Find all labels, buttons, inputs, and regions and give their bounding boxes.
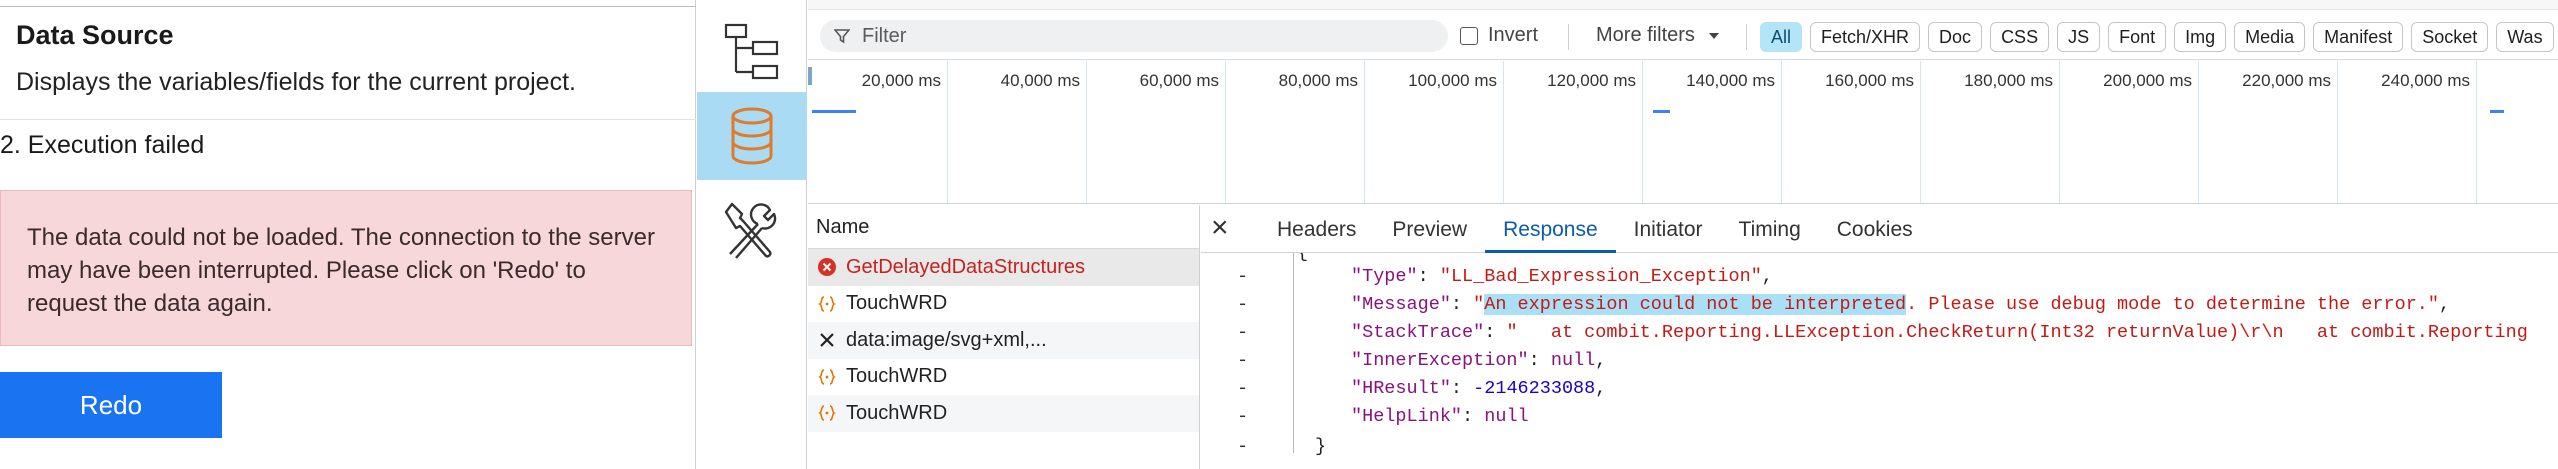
timeline-tick-label: 40,000 ms	[1000, 71, 1080, 90]
filter-chip-img[interactable]: Img	[2174, 22, 2227, 52]
request-list: Name GetDelayedDataStructures TouchWRD dat…	[808, 205, 1200, 469]
timeline-gridline	[2059, 61, 2060, 203]
timeline-tick-label: 20,000 ms	[861, 71, 941, 90]
filter-funnel-icon	[834, 29, 850, 44]
devtools-network-panel: Filter Invert More filters All Fetch/XHR D…	[808, 0, 2558, 469]
request-row[interactable]: data:image/svg+xml,...	[808, 322, 1199, 359]
filter-input[interactable]: Filter	[820, 20, 1448, 52]
tools-icon	[724, 202, 777, 259]
fetch-braces-icon	[816, 402, 838, 424]
fetch-braces-icon	[816, 366, 838, 388]
request-details-pane: × Headers Preview Response Initiator Timing C…	[1201, 205, 2558, 469]
data-source-panel: Data Source Displays the variables/field…	[0, 0, 696, 469]
timeline-gridline	[2476, 61, 2477, 203]
filter-chip-media[interactable]: Media	[2234, 22, 2306, 52]
database-icon	[731, 107, 773, 165]
timeline-drag-handle[interactable]	[808, 67, 812, 85]
request-timing-bar	[2490, 110, 2504, 113]
request-timing-bar	[1653, 110, 1670, 113]
divider	[0, 119, 696, 120]
filter-chip-fetch-xhr[interactable]: Fetch/XHR	[1810, 22, 1921, 52]
request-timing-bar	[812, 110, 856, 113]
tab-response[interactable]: Response	[1485, 205, 1616, 253]
panel-title: Data Source	[16, 20, 174, 50]
request-row[interactable]: TouchWRD	[808, 395, 1199, 432]
panel-description: Displays the variables/fields for the cu…	[16, 68, 576, 96]
toolbar-separator	[1568, 24, 1569, 50]
tree-structure-icon	[724, 23, 779, 80]
timeline-gridline	[1503, 61, 1504, 203]
timeline-gridline	[1364, 61, 1365, 203]
timeline-tick-label: 160,000 ms	[1825, 71, 1914, 90]
request-name: TouchWRD	[846, 292, 948, 315]
timeline-tick-label: 60,000 ms	[1139, 71, 1219, 90]
request-name: data:image/svg+xml,...	[846, 328, 1047, 351]
more-filters-dropdown[interactable]: More filters	[1596, 24, 1725, 47]
execution-status: 2. Execution failed	[0, 131, 205, 159]
data-source-button[interactable]	[697, 92, 807, 180]
toolbar-separator	[1746, 24, 1747, 50]
tab-timing[interactable]: Timing	[1721, 205, 1819, 253]
fetch-braces-icon	[816, 293, 838, 315]
error-alert: The data could not be loaded. The connec…	[0, 190, 692, 346]
timeline-gridline	[1642, 61, 1643, 203]
filter-placeholder: Filter	[862, 24, 907, 47]
timeline-tick-label: 80,000 ms	[1278, 71, 1358, 90]
response-body[interactable]: -{ -"Type": "LL_Bad_Expression_Exception…	[1201, 253, 2558, 469]
filter-chip-was[interactable]: Was	[2496, 22, 2554, 52]
name-column-header[interactable]: Name	[808, 205, 1199, 249]
chevron-down-icon	[1708, 32, 1719, 39]
more-filters-label: More filters	[1596, 24, 1695, 46]
filter-chip-js[interactable]: JS	[2057, 22, 2101, 52]
close-icon[interactable]: ×	[1211, 213, 1229, 243]
tab-cookies[interactable]: Cookies	[1819, 205, 1931, 253]
network-toolbar	[808, 0, 2558, 10]
request-name: GetDelayedDataStructures	[846, 255, 1086, 278]
resource-type-filters: All Fetch/XHR Doc CSS JS Font Img Media Manifest…	[1760, 22, 2554, 52]
timeline-tick-label: 240,000 ms	[2381, 71, 2470, 90]
side-icon-rail	[697, 0, 807, 469]
timeline-gridline	[2198, 61, 2199, 203]
timeline-gridline	[1086, 61, 1087, 203]
timeline-gridline	[2337, 61, 2338, 203]
request-name: TouchWRD	[846, 365, 948, 388]
tools-button[interactable]	[697, 186, 807, 274]
filter-chip-manifest[interactable]: Manifest	[2313, 22, 2404, 52]
timeline-gridline	[1920, 61, 1921, 203]
invert-toggle[interactable]: Invert	[1460, 24, 1538, 47]
filter-chip-doc[interactable]: Doc	[1928, 22, 1983, 52]
timeline-tick-label: 100,000 ms	[1408, 71, 1497, 90]
indent-guide	[1293, 253, 1294, 453]
image-data-icon	[816, 329, 838, 351]
filter-bar: Filter Invert More filters All Fetch/XHR D…	[808, 10, 2558, 60]
structure-view-button[interactable]	[697, 8, 807, 96]
timeline-tick-label: 200,000 ms	[2103, 71, 2192, 90]
request-row[interactable]: GetDelayedDataStructures	[808, 249, 1199, 286]
timeline-gridline	[947, 61, 948, 203]
invert-checkbox[interactable]	[1460, 26, 1478, 45]
timeline-gridline	[1781, 61, 1782, 203]
search-highlight: An expression could not be interpreted	[1484, 294, 1907, 315]
tab-headers[interactable]: Headers	[1259, 205, 1374, 253]
filter-chip-font[interactable]: Font	[2108, 22, 2167, 52]
network-overview-timeline[interactable]: 20,000 ms 40,000 ms 60,000 ms 80,000 ms 100,…	[808, 61, 2558, 204]
request-row[interactable]: TouchWRD	[808, 359, 1199, 396]
tab-initiator[interactable]: Initiator	[1616, 205, 1721, 253]
timeline-tick-label: 120,000 ms	[1547, 71, 1636, 90]
filter-chip-socket[interactable]: Socket	[2411, 22, 2489, 52]
tab-preview[interactable]: Preview	[1374, 205, 1485, 253]
timeline-tick-label: 140,000 ms	[1686, 71, 1775, 90]
filter-chip-all[interactable]: All	[1760, 22, 1803, 52]
invert-label: Invert	[1488, 24, 1539, 46]
request-row[interactable]: TouchWRD	[808, 286, 1199, 323]
details-tab-bar: × Headers Preview Response Initiator Timing C…	[1201, 205, 2558, 253]
timeline-tick-label: 180,000 ms	[1964, 71, 2053, 90]
timeline-tick-label: 220,000 ms	[2242, 71, 2331, 90]
timeline-gridline	[1225, 61, 1226, 203]
request-name: TouchWRD	[846, 401, 948, 424]
redo-button[interactable]: Redo	[0, 372, 222, 438]
error-icon	[816, 256, 838, 278]
top-divider	[0, 6, 696, 7]
filter-chip-css[interactable]: CSS	[1990, 22, 2050, 52]
